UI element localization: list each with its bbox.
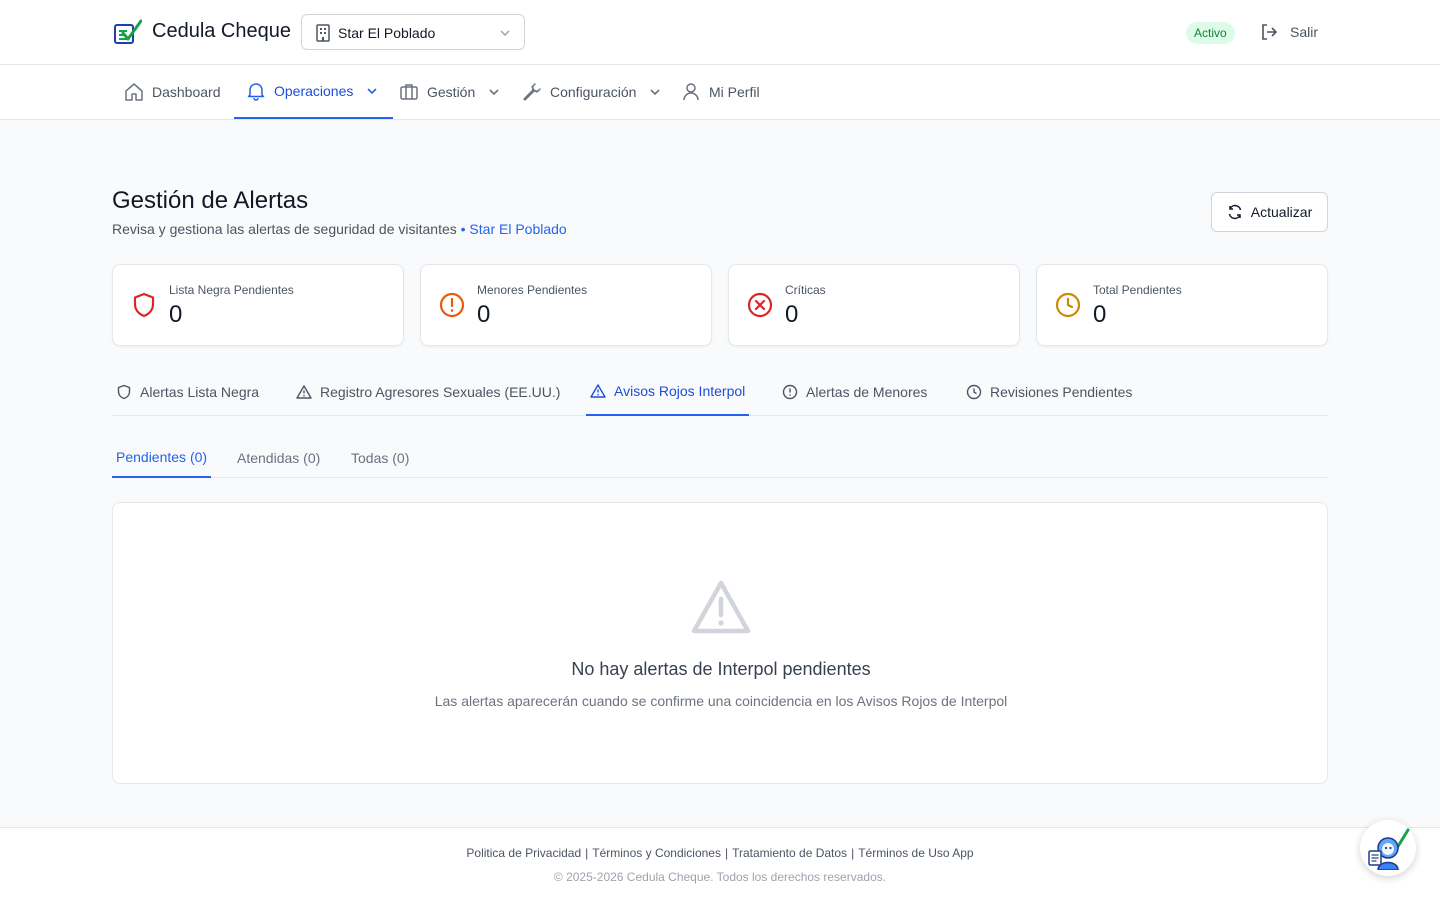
tab-label: Revisiones Pendientes [990,384,1133,400]
clock-icon [1055,292,1081,318]
user-icon [683,83,699,101]
clock-icon [966,384,982,400]
tab-revisiones-pendientes[interactable]: Revisiones Pendientes [962,368,1136,416]
footer-link-terminos[interactable]: Términos y Condiciones [592,846,721,860]
stat-value: 0 [785,301,799,328]
footer-separator: | [724,846,729,860]
page-title: Gestión de Alertas [112,187,309,214]
stat-label: Críticas [785,283,826,297]
refresh-icon [1228,204,1242,220]
footer-link-tratamiento-datos[interactable]: Tratamiento de Datos [732,846,847,860]
stat-label: Lista Negra Pendientes [169,283,294,297]
stat-card-menores: Menores Pendientes 0 [420,264,712,346]
nav-item-label: Dashboard [152,84,221,100]
chevron-down-icon [367,88,377,95]
x-circle-icon [747,292,773,318]
status-badge: Activo [1186,22,1235,44]
stat-value: 0 [169,301,183,328]
page-subtitle-text: Revisa y gestiona las alertas de segurid… [112,221,457,237]
stat-label: Total Pendientes [1093,283,1182,297]
subtab-todas[interactable]: Todas (0) [347,438,413,478]
app-logo-icon[interactable] [114,19,142,45]
tab-label: Avisos Rojos Interpol [614,383,746,399]
site-selector[interactable]: Star El Poblado [301,14,525,50]
site-selector-value: Star El Poblado [338,25,436,41]
refresh-button[interactable]: Actualizar [1211,192,1328,232]
footer-link-privacidad[interactable]: Politica de Privacidad [466,846,581,860]
footer-separator: | [851,846,855,860]
nav-item-label: Mi Perfil [709,84,760,100]
shield-icon [117,384,131,400]
chatbot-avatar-icon [1368,828,1410,870]
logout-button[interactable]: Salir [1260,22,1318,42]
empty-state-title: No hay alertas de Interpol pendientes [571,659,871,679]
footer-links: Politica de Privacidad | Términos y Condic… [0,846,1440,860]
top-header: Cedula Cheque Star El Poblado Activo Sal… [0,0,1440,65]
tab-alertas-menores[interactable]: Alertas de Menores [778,368,931,416]
empty-state-message: Las alertas aparecerán cuando se confirm… [434,693,1008,709]
nav-item-dashboard[interactable]: Dashboard [124,65,221,119]
chatbot-button[interactable] [1360,820,1416,876]
footer: Politica de Privacidad | Términos y Condic… [0,827,1440,900]
stat-label: Menores Pendientes [477,283,588,297]
triangle-alert-icon [691,580,751,634]
home-icon [125,83,143,101]
stat-card-criticas: Críticas 0 [728,264,1020,346]
triangle-alert-icon [590,384,606,398]
alert-circle-icon [782,384,798,400]
logout-label: Salir [1290,24,1319,40]
refresh-label: Actualizar [1250,204,1313,220]
subtab-atendidas[interactable]: Atendidas (0) [233,438,324,478]
alert-circle-icon [439,292,465,318]
chevron-down-icon [500,30,510,37]
tab-lista-negra[interactable]: Alertas Lista Negra [112,368,263,416]
page-subtitle: Revisa y gestiona las alertas de segurid… [112,221,567,237]
nav-item-gestion[interactable]: Gestión [399,65,501,119]
nav-item-configuracion[interactable]: Configuración [522,65,662,119]
tab-label: Alertas Lista Negra [140,384,260,400]
nav-item-label: Configuración [550,84,637,100]
tab-agresores-sexuales[interactable]: Registro Agresores Sexuales (EE.UU.) [292,368,564,416]
briefcase-icon [400,84,418,100]
stat-value: 0 [1093,301,1107,328]
alert-tabs: Alertas Lista Negra Registro Agresores S… [112,368,1328,416]
nav-item-mi-perfil[interactable]: Mi Perfil [681,65,760,119]
stat-card-lista-negra: Lista Negra Pendientes 0 [112,264,404,346]
footer-separator: | [585,846,589,860]
tab-label: Alertas de Menores [806,384,928,400]
chevron-down-icon [650,89,660,96]
page-subtitle-site: • Star El Poblado [460,221,567,237]
stat-card-total: Total Pendientes 0 [1036,264,1328,346]
nav-item-operaciones[interactable]: Operaciones [234,65,394,119]
bell-icon [247,83,265,101]
nav-item-label: Gestión [427,84,476,100]
main-nav: Dashboard Operaciones Gestión Configurac… [0,65,1440,120]
subtab-pendientes[interactable]: Pendientes (0) [112,438,212,478]
shield-icon [133,292,155,318]
triangle-alert-icon [296,385,312,399]
status-subtabs: Pendientes (0) Atendidas (0) Todas (0) [112,438,1328,478]
tab-label: Registro Agresores Sexuales (EE.UU.) [320,384,561,400]
app-title[interactable]: Cedula Cheque [152,20,291,43]
wrench-icon [523,83,541,101]
tab-avisos-rojos-interpol[interactable]: Avisos Rojos Interpol [586,368,750,416]
building-icon [316,24,330,42]
copyright: © 2025-2026 Cedula Cheque. Todos los der… [553,870,887,884]
footer-link-terminos-app[interactable]: Términos de Uso App [858,846,973,860]
chevron-down-icon [489,89,499,96]
empty-state-panel: No hay alertas de Interpol pendientes La… [112,502,1328,784]
logout-icon [1262,24,1278,40]
stat-value: 0 [477,301,491,328]
nav-item-label: Operaciones [274,83,354,99]
